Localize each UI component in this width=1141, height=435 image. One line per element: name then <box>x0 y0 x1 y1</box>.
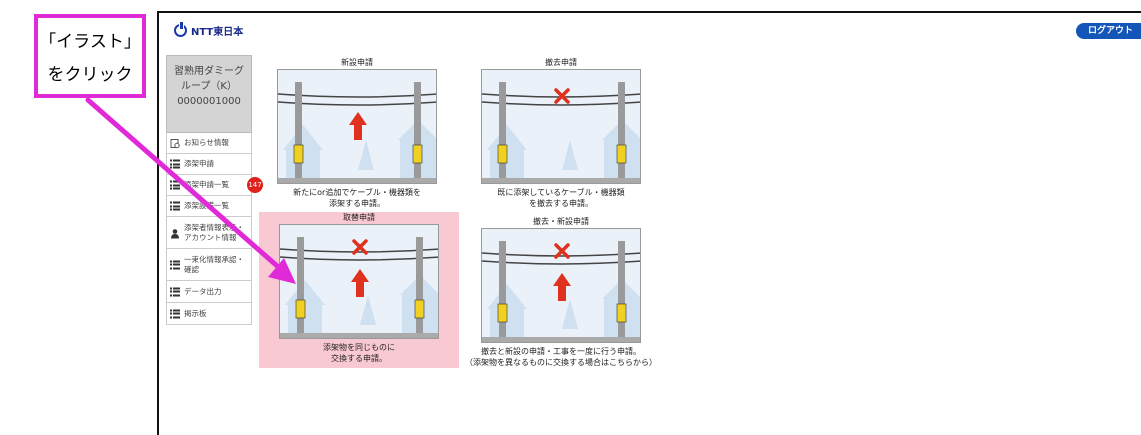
group-id: 0000001000 <box>177 96 241 107</box>
card-description-line-1: 新たにor追加でケーブル・機器類を <box>293 188 421 197</box>
card-title: 取替申請 <box>343 213 375 222</box>
sidebar-item-notices[interactable]: お知らせ情報 <box>166 133 252 154</box>
group-name-panel: 習熟用ダミーグ ループ（K） 0000001000 <box>166 55 252 133</box>
card-description: 添架物を同じものに 交換する申請。 <box>259 342 459 364</box>
group-name-line-2: ループ（K） <box>181 81 237 92</box>
logo: NTT東日本 <box>174 22 244 38</box>
sidebar-item-application-list[interactable]: 添架申請一覧 147 <box>166 175 263 196</box>
sidebar-item-label: 一束化情報承認・確認 <box>184 254 244 274</box>
card-description-line-2: 交換する申請。 <box>331 354 387 363</box>
new-application-card[interactable]: 新設申請 新たにor追加でケーブル・機器類を 添架する申請。 <box>269 57 445 209</box>
removal-new-application-illustration[interactable] <box>481 228 641 343</box>
replacement-application-card[interactable]: 取替申請 添架物を同じものに 交換する申請。 <box>259 212 459 368</box>
sidebar-item-label: お知らせ情報 <box>184 138 229 147</box>
ntt-logo-icon <box>174 22 187 37</box>
card-description-line-1: 添架物を同じものに <box>323 343 395 352</box>
logout-button[interactable]: ログアウト <box>1075 23 1141 39</box>
sidebar-item-bulletin-board[interactable]: 掲示板 <box>166 303 252 325</box>
list-icon <box>170 180 180 190</box>
card-description-line-2: 添架する申請。 <box>329 199 385 208</box>
replacement-application-illustration[interactable] <box>279 224 439 339</box>
sidebar-item-label: データ出力 <box>184 286 222 296</box>
card-description: 撤去と新設の申請・工事を一度に行う申請。 （添架物を異なるものに交換する場合はこ… <box>451 346 671 368</box>
notification-badge: 147 <box>247 177 263 193</box>
card-description: 既に添架しているケーブル・機器類 を撤去する申請。 <box>473 187 649 209</box>
list-icon <box>170 201 180 211</box>
person-icon <box>170 228 180 238</box>
callout-line-2: をクリック <box>47 65 133 85</box>
sidebar-item-data-export[interactable]: データ出力 <box>166 281 252 303</box>
sidebar-item-bundle-approval[interactable]: 一束化情報承認・確認 <box>166 249 252 281</box>
new-application-illustration[interactable] <box>277 69 437 184</box>
callout-box: 「イラスト」 をクリック <box>34 14 146 98</box>
card-description-line-1: 既に添架しているケーブル・機器類 <box>497 188 625 197</box>
sidebar-item-equipment-list[interactable]: 添架設備一覧 <box>166 196 252 217</box>
list-icon <box>170 309 180 318</box>
list-icon <box>170 159 180 169</box>
removal-application-illustration[interactable] <box>481 69 641 184</box>
card-title: 撤去申請 <box>545 58 577 67</box>
card-description-line-2: （添架物を異なるものに交換する場合はこちらから） <box>465 358 657 367</box>
callout-line-1: 「イラスト」 <box>39 32 141 52</box>
sidebar-item-label: 掲示板 <box>184 308 207 318</box>
list-icon <box>170 287 180 296</box>
sidebar-item-label: 添架申請一覧 <box>184 180 229 189</box>
card-description-line-1: 撤去と新設の申請・工事を一度に行う申請。 <box>481 347 641 356</box>
list-icon <box>170 260 180 269</box>
card-title: 新設申請 <box>341 58 373 67</box>
app-window: NTT東日本 ログアウト 習熟用ダミーグ ループ（K） 0000001000 お… <box>157 11 1141 435</box>
card-title: 撤去・新設申請 <box>533 217 589 226</box>
card-description: 新たにor追加でケーブル・機器類を 添架する申請。 <box>269 187 445 209</box>
sidebar-item-application[interactable]: 添架申請 <box>166 154 252 175</box>
card-description-line-2: を撤去する申請。 <box>529 199 593 208</box>
notification-icon <box>170 139 180 149</box>
logo-text: NTT東日本 <box>191 27 244 38</box>
sidebar-item-label: 添架申請 <box>184 159 214 168</box>
removal-application-card[interactable]: 撤去申請 既に添架しているケーブル・機器類 を撤去する申請。 <box>473 57 649 209</box>
group-name-line-1: 習熟用ダミーグ <box>174 66 244 77</box>
removal-new-application-card[interactable]: 撤去・新設申請 撤去と新設の申請・工事を一度に行う申請。 （添架物を異なるものに… <box>451 216 671 368</box>
sidebar-item-label: 添架設備一覧 <box>184 201 229 210</box>
sidebar: 習熟用ダミーグ ループ（K） 0000001000 お知らせ情報 添架申請 添架… <box>166 55 263 325</box>
sidebar-item-label: 添架者情報表示・アカウント情報 <box>184 222 244 242</box>
header: NTT東日本 ログアウト <box>159 13 1141 47</box>
sidebar-item-account-info[interactable]: 添架者情報表示・アカウント情報 <box>166 217 252 249</box>
